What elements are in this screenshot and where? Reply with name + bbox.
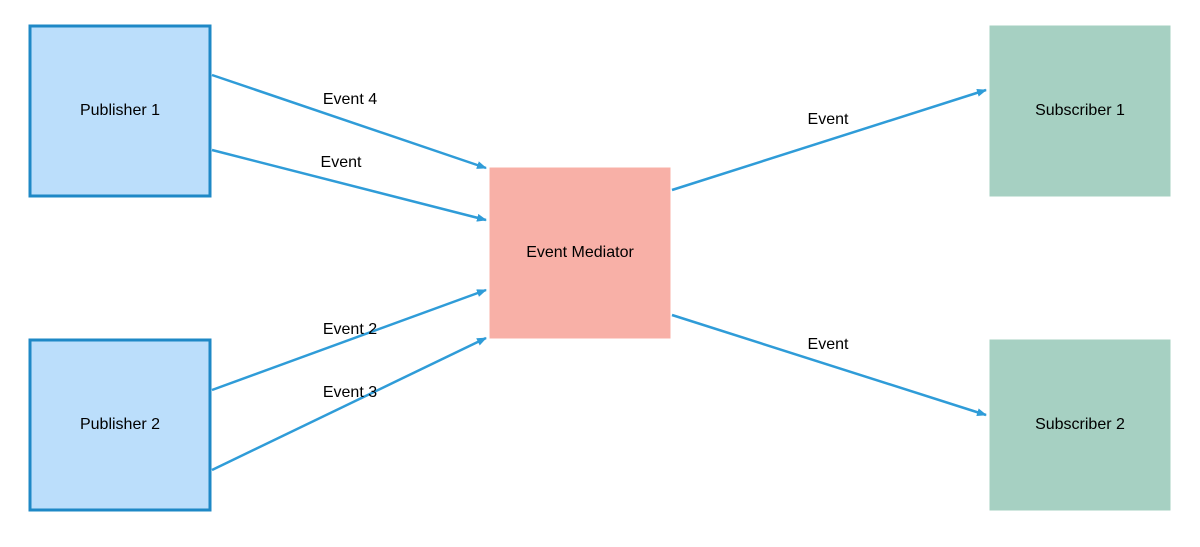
- subscriber-2-label: Subscriber 2: [1035, 416, 1125, 433]
- edge-m-s1-label: Event: [808, 111, 849, 128]
- publisher-1-label: Publisher 1: [80, 102, 160, 119]
- edge-m-s1: Event: [672, 90, 986, 190]
- edge-p2-top-label: Event 2: [323, 321, 377, 338]
- event-mediator-label: Event Mediator: [526, 244, 634, 261]
- subscriber-2-node: Subscriber 2: [990, 340, 1170, 510]
- event-mediator-node: Event Mediator: [490, 168, 670, 338]
- edge-p1-top-label: Event 4: [323, 91, 377, 108]
- arrow-line: [212, 290, 486, 390]
- edge-m-s2: Event: [672, 315, 986, 415]
- arrow-line: [672, 90, 986, 190]
- publisher-2-label: Publisher 2: [80, 416, 160, 433]
- subscriber-1-label: Subscriber 1: [1035, 102, 1125, 119]
- publisher-2-node: Publisher 2: [30, 340, 210, 510]
- edge-p1-bottom-label: Event: [321, 154, 362, 171]
- edge-p2-bottom: Event 3: [212, 338, 486, 470]
- arrow-line: [212, 338, 486, 470]
- publisher-1-node: Publisher 1: [30, 26, 210, 196]
- arrow-line: [672, 315, 986, 415]
- subscriber-1-node: Subscriber 1: [990, 26, 1170, 196]
- edge-p2-top: Event 2: [212, 290, 486, 390]
- edge-p2-bottom-label: Event 3: [323, 384, 377, 401]
- edge-p1-bottom: Event: [212, 150, 486, 220]
- diagram-canvas: Publisher 1 Publisher 2 Event Mediator S…: [0, 0, 1200, 547]
- edge-m-s2-label: Event: [808, 336, 849, 353]
